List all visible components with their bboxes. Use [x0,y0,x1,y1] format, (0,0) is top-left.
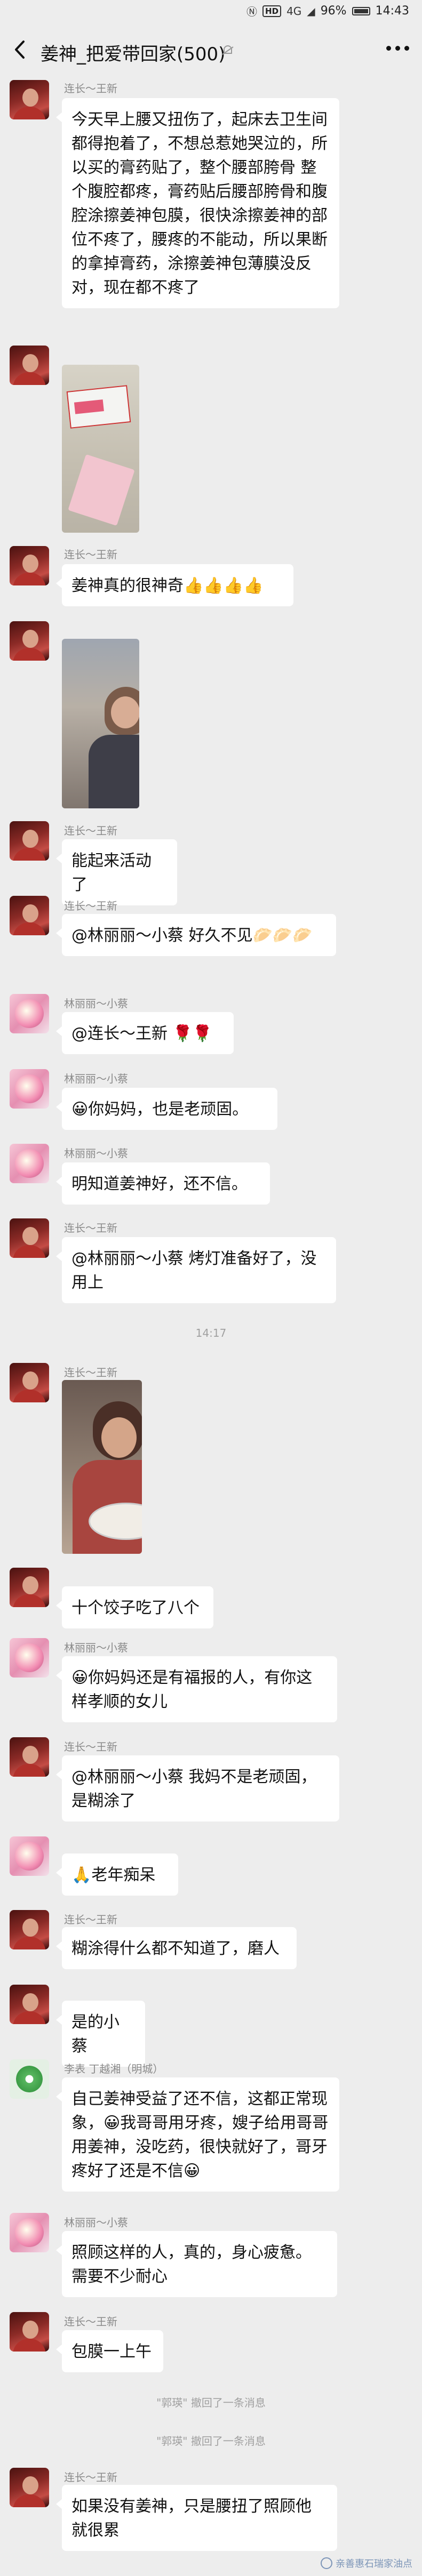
nfc-icon: Ⓝ [246,5,258,18]
message-bubble[interactable]: 😀你妈妈还是有福报的人，有你这样孝顺的女儿 [56,1656,337,1722]
watermark-text: 亲善惠石瑞家油点 [336,2558,412,2570]
message-bubble[interactable]: 🙏老年痴呆 [56,1853,178,1896]
message-bubble[interactable]: 能起来活动了 [56,839,177,905]
elderly-woman-photo[interactable] [62,639,139,808]
avatar[interactable] [10,1737,49,1777]
avatar[interactable] [10,994,49,1033]
face [101,1417,137,1458]
message-bubble[interactable]: 自己姜神受益了还不信，这都正常现象，😀我哥哥用牙疼，嫂子给用哥哥用姜神，没吃药，… [56,2077,339,2192]
avatar[interactable] [10,2312,49,2352]
avatar[interactable] [10,1638,49,1678]
message-bubble[interactable]: @林丽丽～小蔡 烤灯准备好了，没用上 [56,1237,336,1303]
avatar[interactable] [10,1836,49,1876]
sender-name: 林丽丽～小蔡 [64,1641,128,1654]
status-bar: Ⓝ HD 4G ◢ 96% 14:43 [0,0,422,20]
avatar[interactable] [10,621,49,661]
message-bubble[interactable]: 糊涂得什么都不知道了，磨人 [56,1927,297,1969]
avatar[interactable] [10,346,49,385]
battery-icon [352,6,370,15]
message-bubble[interactable]: 照顾这样的人，真的，身心疲惫。需要不少耐心 [56,2231,337,2297]
face [111,696,139,728]
body [89,735,139,808]
sender-name: 李表 丁越湘（明城） [64,2063,164,2075]
hd-icon: HD [262,5,282,17]
message-bubble[interactable]: 十个饺子吃了八个 [56,1586,213,1628]
avatar[interactable] [10,1069,49,1109]
message-bubble[interactable]: @林丽丽～小蔡 好久不见🥟🥟🥟 [56,914,336,956]
recall-notice: "郭瑛" 撤回了一条消息 [156,2396,266,2409]
patch [68,454,135,526]
sender-name: 林丽丽～小蔡 [64,1147,128,1160]
sender-name: 连长～王新 [64,1222,117,1234]
medicine-box-photo[interactable] [62,365,139,533]
avatar[interactable] [10,1910,49,1949]
sender-name: 连长～王新 [64,1913,117,1926]
sender-name: 连长～王新 [64,82,117,95]
avatar[interactable] [10,1985,49,2024]
dumplings-photo[interactable] [62,1380,142,1554]
avatar[interactable] [10,1144,49,1183]
avatar[interactable] [10,1363,49,1402]
clock: 14:43 [375,4,409,18]
message-bubble[interactable]: 今天早上腰又扭伤了，起床去卫生间都得抱着了，不想总惹她哭泣的，所以买的膏药贴了，… [56,98,339,308]
sender-name: 林丽丽～小蔡 [64,997,128,1010]
sender-name: 林丽丽～小蔡 [64,1072,128,1085]
sender-name: 连长～王新 [64,1366,117,1379]
battery-percent: 96% [320,4,347,18]
message-bubble[interactable]: 包膜一上午 [56,2330,163,2372]
medicine-box [66,385,131,429]
message-bubble[interactable]: 是的小蔡 [56,2001,145,2067]
sender-name: 林丽丽～小蔡 [64,2216,128,2229]
status-icons: Ⓝ HD 4G ◢ 96% 14:43 [246,3,409,19]
avatar[interactable] [10,1568,49,1607]
sender-name: 连长～王新 [64,548,117,561]
sender-name: 连长～王新 [64,900,117,912]
more-options-icon[interactable] [386,46,409,51]
sender-name: 连长～王新 [64,2315,117,2328]
back-arrow-icon[interactable] [10,36,31,63]
sender-name: 连长～王新 [64,1740,117,1753]
recall-notice: "郭瑛" 撤回了一条消息 [156,2435,266,2447]
avatar[interactable] [10,896,49,935]
avatar[interactable] [10,546,49,585]
avatar[interactable] [10,821,49,861]
avatar[interactable] [10,80,49,119]
chat-title: 姜神_把爱带回家(500) [41,44,226,65]
wechat-logo-icon [321,2557,332,2569]
avatar[interactable] [10,2213,49,2252]
sender-name: 连长～王新 [64,2471,117,2484]
avatar[interactable] [10,2468,49,2507]
message-bubble[interactable]: @林丽丽～小蔡 我妈不是老顽固，是糊涂了 [56,1755,339,1821]
sender-name: 连长～王新 [64,824,117,837]
chat-header: 姜神_把爱带回家(500) [0,27,422,75]
watermark: 亲善惠石瑞家油点 [321,2556,412,2570]
message-bubble[interactable]: 😀你妈妈，也是老顽固。 [56,1088,277,1130]
message-bubble[interactable]: 明知道姜神好，还不信。 [56,1162,270,1205]
avatar[interactable] [10,1218,49,1258]
message-bubble[interactable]: @连长～王新 🌹🌹 [56,1012,234,1054]
message-bubble[interactable]: 如果没有姜神，只是腰扭了照顾他就很累 [56,2485,337,2551]
message-bubble[interactable]: 姜神真的很神奇👍👍👍👍 [56,564,293,606]
network-label: 4G [286,4,302,18]
signal-icon: ◢ [307,4,315,18]
avatar[interactable] [10,2059,49,2099]
mute-bell-icon [220,43,236,59]
time-divider: 14:17 [195,1327,227,1339]
